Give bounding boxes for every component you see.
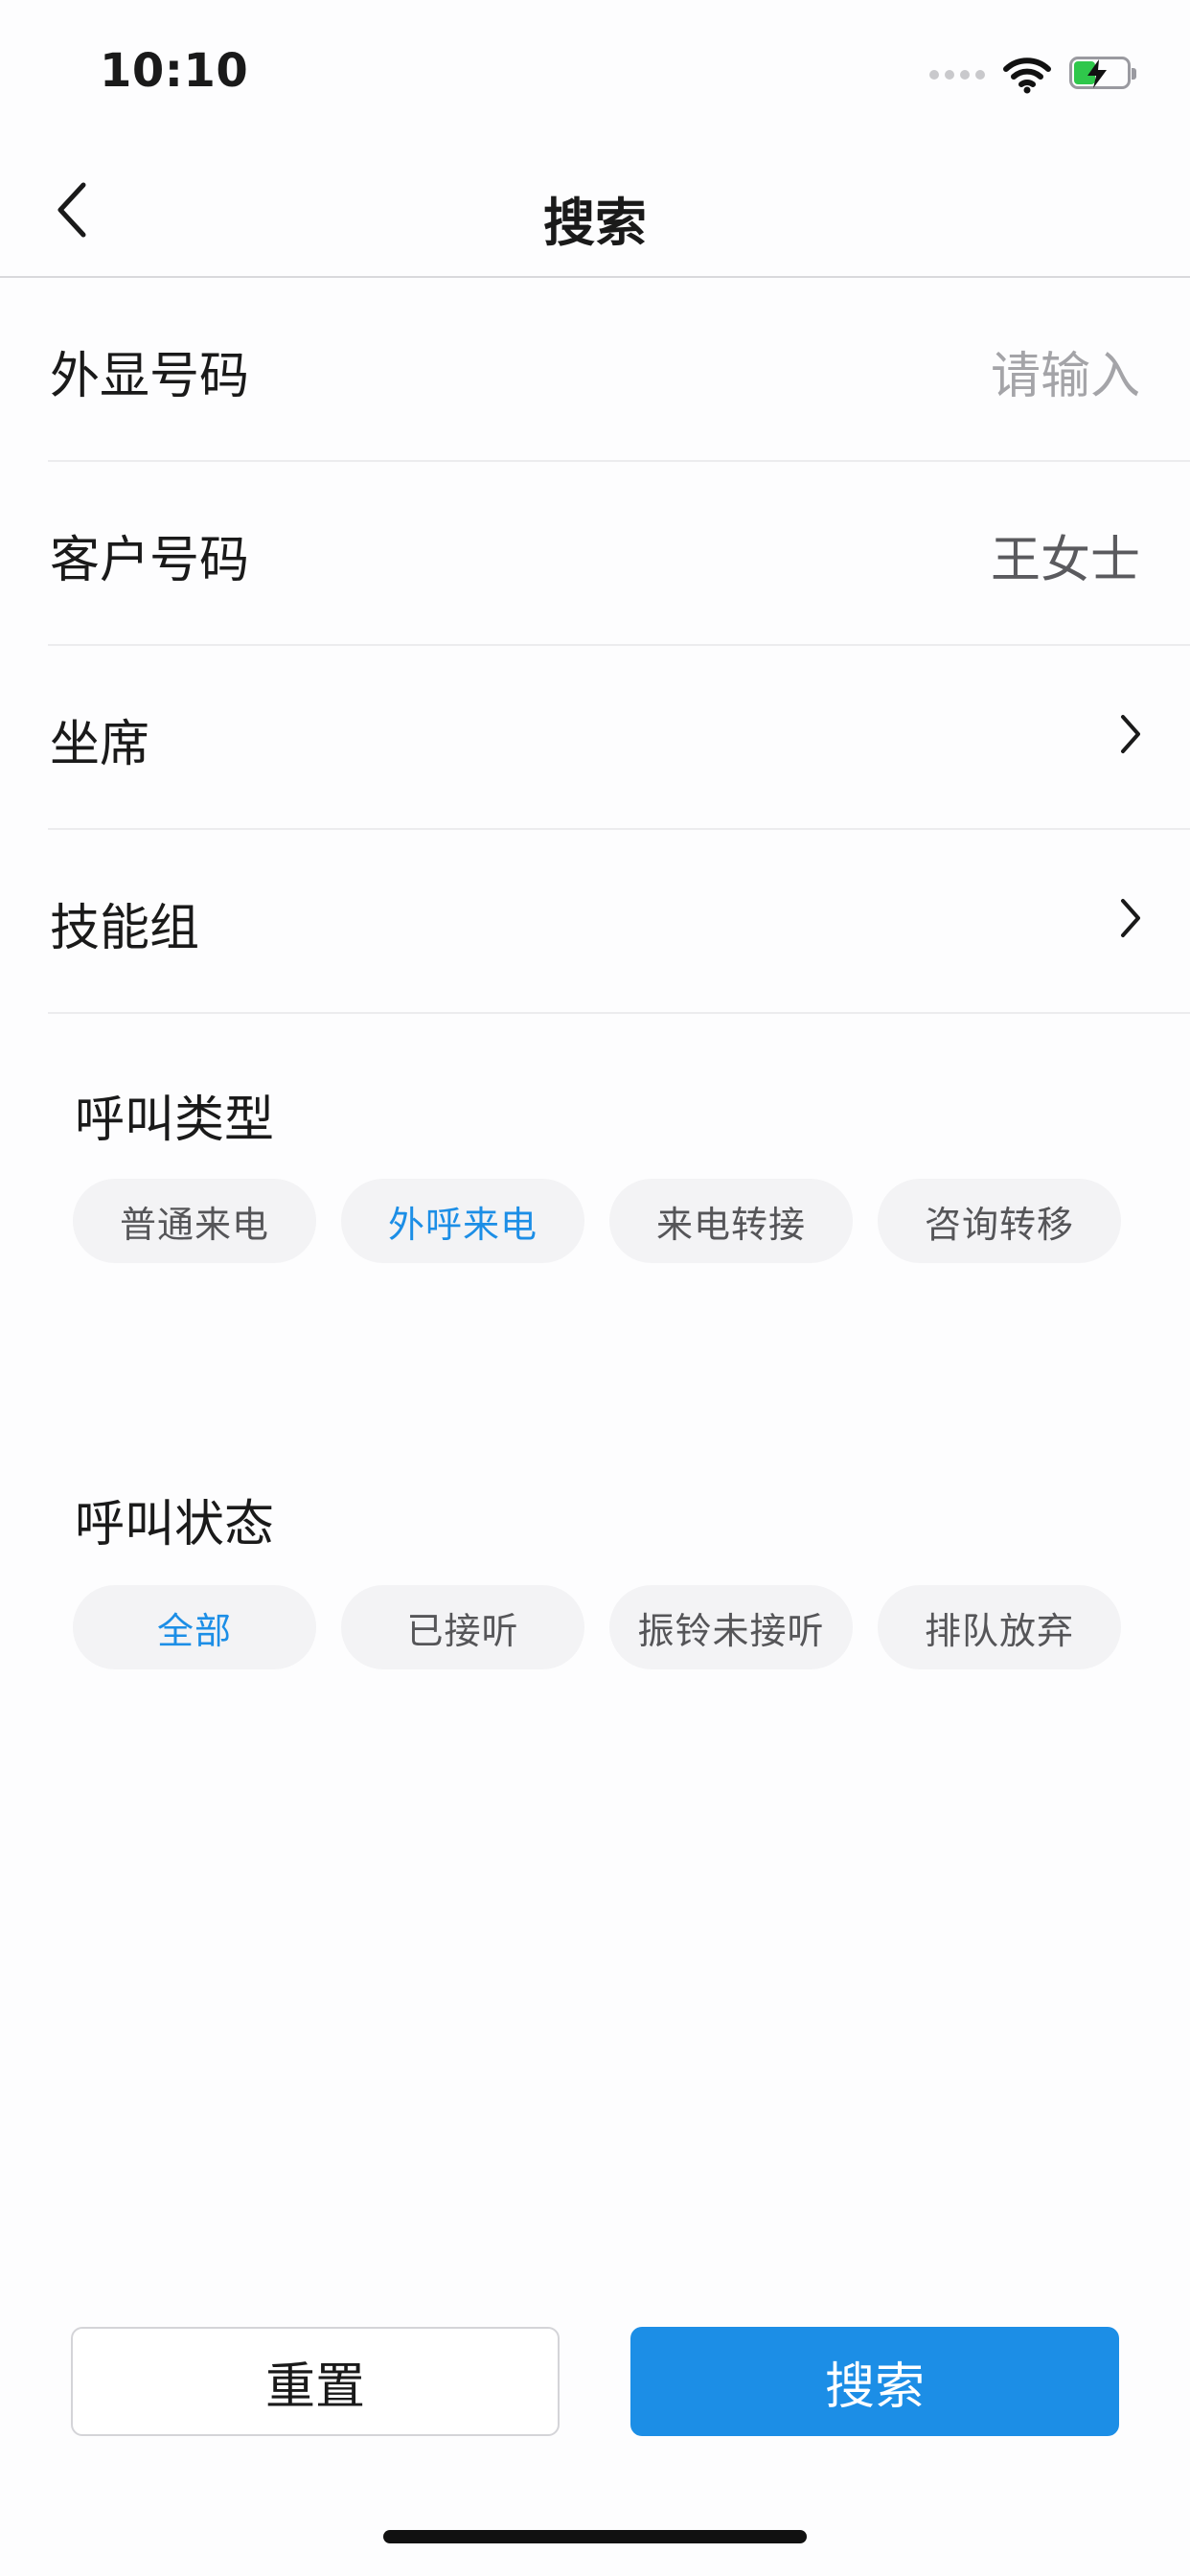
agent-selector[interactable]: 坐席 [48,646,1190,830]
battery-icon [1069,57,1136,93]
call-type-options: 普通来电 外呼来电 来电转接 咨询转移 [73,1179,1127,1263]
call-type-title: 呼叫类型 [75,1092,275,1149]
navigation-bar: 搜索 [0,144,1190,278]
agent-label: 坐席 [50,716,150,773]
call-status-chip[interactable]: 振铃未接听 [609,1585,853,1669]
call-status-title: 呼叫状态 [75,1496,275,1553]
customer-number-label: 客户号码 [50,532,250,589]
skill-group-selector[interactable]: 技能组 [48,830,1190,1014]
chevron-right-icon [1121,899,1140,937]
display-number-label: 外显号码 [50,348,250,405]
reset-button[interactable]: 重置 [71,2327,560,2436]
skill-group-label: 技能组 [50,900,200,957]
cellular-signal-icon [929,70,985,80]
call-status-chip[interactable]: 全部 [73,1585,316,1669]
home-indicator [383,2530,807,2543]
status-bar: 10:10 [0,0,1190,144]
call-type-chip[interactable]: 外呼来电 [341,1179,584,1263]
page-title: 搜索 [543,193,647,253]
display-number-input[interactable]: 请输入 [991,335,1140,407]
wifi-icon [1003,58,1051,94]
call-type-chip[interactable]: 咨询转移 [878,1179,1121,1263]
status-time: 10:10 [100,44,249,98]
call-status-chip[interactable]: 已接听 [341,1585,584,1669]
call-status-chip[interactable]: 排队放弃 [878,1585,1121,1669]
call-type-chip[interactable]: 普通来电 [73,1179,316,1263]
call-status-options: 全部 已接听 振铃未接听 排队放弃 [73,1585,1127,1669]
display-number-field[interactable]: 外显号码 请输入 [48,278,1190,462]
search-form: 外显号码 请输入 客户号码 王女士 坐席 技能组 [0,278,1190,1014]
status-icons [929,54,1136,96]
search-button[interactable]: 搜索 [630,2327,1119,2436]
chevron-right-icon [1121,715,1140,753]
customer-number-field[interactable]: 客户号码 王女士 [48,462,1190,646]
customer-number-input[interactable]: 王女士 [991,519,1140,591]
call-type-chip[interactable]: 来电转接 [609,1179,853,1263]
